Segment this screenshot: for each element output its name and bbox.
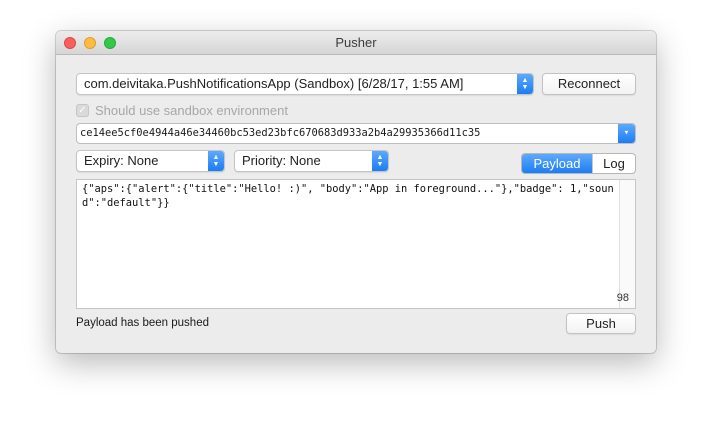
expiry-selector-value: Expiry: None (84, 153, 159, 168)
device-token-value: ce14ee5cf0e4944a46e34460bc53ed23bfc67068… (80, 127, 481, 139)
payload-editor[interactable]: {"aps":{"alert":{"title":"Hello! :)", "b… (76, 179, 636, 309)
expiry-selector[interactable]: Expiry: None ▲ ▼ (76, 150, 225, 172)
tab-payload[interactable]: Payload (522, 154, 592, 173)
title-bar[interactable]: Pusher (56, 31, 656, 55)
payload-text[interactable]: {"aps":{"alert":{"title":"Hello! :)", "b… (82, 182, 622, 210)
status-text: Payload has been pushed (76, 317, 209, 329)
chevron-down-icon[interactable]: ▾ (618, 124, 635, 143)
priority-selector[interactable]: Priority: None ▲ ▼ (234, 150, 389, 172)
stepper-icon: ▲ ▼ (208, 151, 224, 171)
sandbox-checkbox-label: Should use sandbox environment (95, 103, 288, 118)
push-button[interactable]: Push (566, 313, 636, 334)
reconnect-button[interactable]: Reconnect (542, 73, 636, 95)
tab-log[interactable]: Log (592, 154, 635, 173)
stepper-icon: ▲ ▼ (372, 151, 388, 171)
editor-scrollbar[interactable] (619, 180, 635, 308)
checkmark-icon[interactable]: ✓ (76, 104, 89, 117)
window-title: Pusher (335, 35, 377, 50)
priority-selector-value: Priority: None (242, 153, 321, 168)
view-tabs: Payload Log (521, 153, 636, 174)
character-count: 98 (616, 292, 629, 304)
app-selector[interactable]: com.deivitaka.PushNotificationsApp (Sand… (76, 73, 534, 95)
stepper-icon: ▲ ▼ (517, 74, 533, 94)
app-selector-value: com.deivitaka.PushNotificationsApp (Sand… (84, 76, 464, 91)
pusher-window: Pusher com.deivitaka.PushNotificationsAp… (56, 31, 656, 353)
device-token-field[interactable]: ce14ee5cf0e4944a46e34460bc53ed23bfc67068… (76, 123, 636, 144)
